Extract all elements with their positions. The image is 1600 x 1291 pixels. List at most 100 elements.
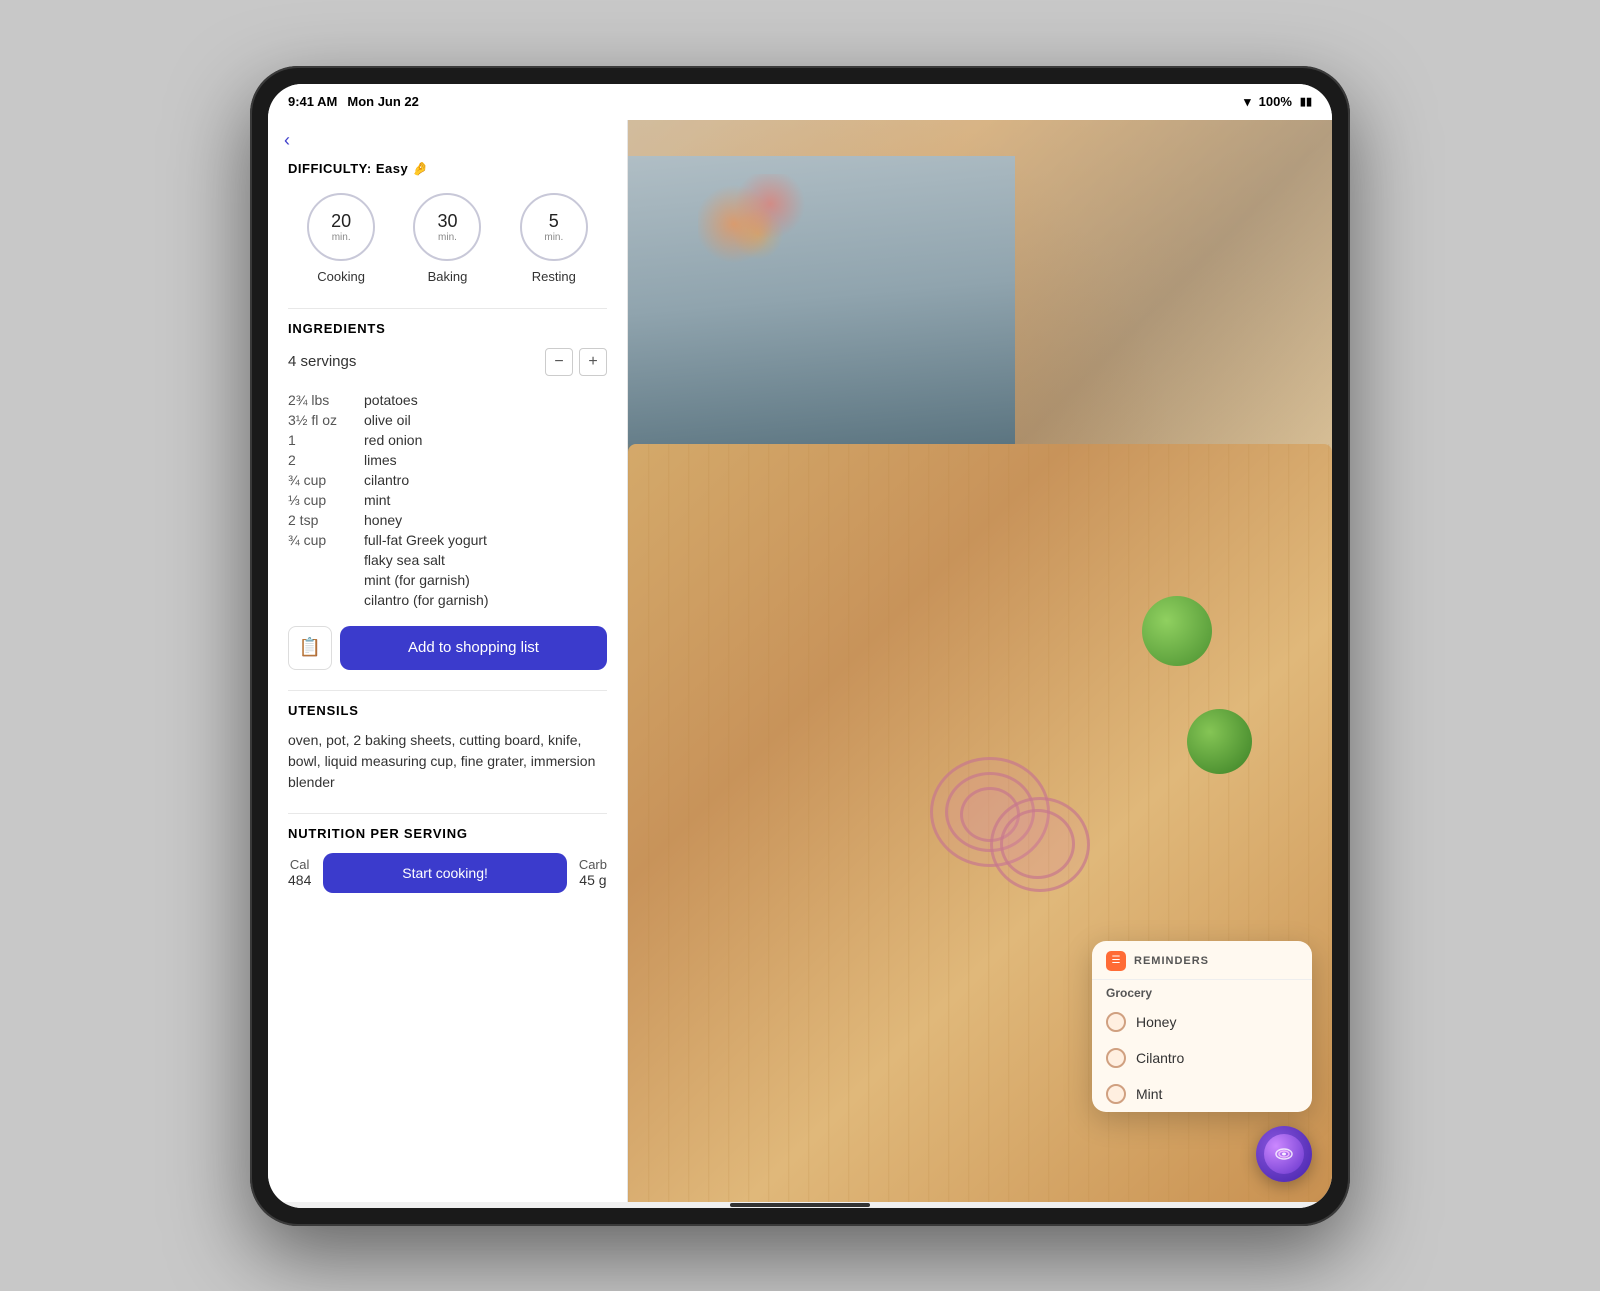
shopping-list-row: 📋 Add to shopping list <box>288 626 607 670</box>
baking-minutes: 30 <box>437 211 457 232</box>
servings-row: 4 servings − + <box>288 348 607 376</box>
ingredient-amount: ¾ cup <box>288 532 348 548</box>
ingredient-name: cilantro (for garnish) <box>364 592 489 608</box>
home-indicator-bar <box>730 1203 870 1207</box>
difficulty-label: DIFFICULTY: <box>288 161 372 176</box>
battery-icon: ▮▮ <box>1300 95 1312 108</box>
wifi-icon: ▾ <box>1244 94 1251 110</box>
resting-label: Resting <box>532 269 576 284</box>
ingredient-amount: 1 <box>288 432 348 448</box>
ingredient-name: potatoes <box>364 392 418 408</box>
ingredient-name: cilantro <box>364 472 409 488</box>
ingredient-row: flaky sea salt <box>288 550 607 570</box>
shopping-list-icon: 📋 <box>299 637 321 658</box>
ingredients-header: INGREDIENTS <box>288 321 607 336</box>
ingredient-name: flaky sea salt <box>364 552 445 568</box>
ingredient-amount <box>288 552 348 568</box>
cooking-time-circle: 20 min. <box>307 193 375 261</box>
ingredient-amount <box>288 572 348 588</box>
utensils-header: UTENSILS <box>288 703 607 718</box>
ingredient-amount <box>288 592 348 608</box>
ipad-screen: 9:41 AM Mon Jun 22 ▾ 100% ▮▮ ‹ DIFFICULT… <box>268 84 1332 1208</box>
ingredient-name: mint <box>364 492 390 508</box>
reminders-group: Grocery <box>1092 980 1312 1004</box>
onion-slices <box>910 747 1110 927</box>
lime-1 <box>1142 596 1212 666</box>
ingredient-amount: 3½ fl oz <box>288 412 348 428</box>
start-cooking-button[interactable]: Start cooking! <box>323 853 566 893</box>
ipad-frame: 9:41 AM Mon Jun 22 ▾ 100% ▮▮ ‹ DIFFICULT… <box>250 66 1350 1226</box>
status-bar-right: ▾ 100% ▮▮ <box>1244 94 1312 110</box>
ingredient-row: cilantro (for garnish) <box>288 590 607 610</box>
stepper-plus-button[interactable]: + <box>579 348 607 376</box>
ingredient-name: red onion <box>364 432 422 448</box>
add-shopping-list-button[interactable]: Add to shopping list <box>340 626 607 670</box>
ingredient-amount: 2 <box>288 452 348 468</box>
ingredient-row: 1 red onion <box>288 430 607 450</box>
carb-value: 45 g <box>579 872 607 888</box>
ingredient-row: 3½ fl oz olive oil <box>288 410 607 430</box>
battery-percentage: 100% <box>1259 94 1292 109</box>
ingredient-row: ¾ cup full-fat Greek yogurt <box>288 530 607 550</box>
home-indicator <box>268 1202 1332 1208</box>
difficulty-row: DIFFICULTY: Easy 🤌 <box>288 161 607 177</box>
flowers-decoration <box>698 174 818 274</box>
ingredient-name: honey <box>364 512 402 528</box>
ingredient-row: ⅓ cup mint <box>288 490 607 510</box>
nutrition-header: NUTRITION PER SERVING <box>288 826 607 841</box>
status-time: 9:41 AM <box>288 94 337 109</box>
reminder-text-honey: Honey <box>1136 1014 1176 1030</box>
ingredient-row: 2 limes <box>288 450 607 470</box>
ingredient-name: limes <box>364 452 397 468</box>
ingredient-name: mint (for garnish) <box>364 572 470 588</box>
siri-button[interactable] <box>1256 1126 1312 1182</box>
reminder-text-cilantro: Cilantro <box>1136 1050 1184 1066</box>
status-bar-left: 9:41 AM Mon Jun 22 <box>288 94 419 109</box>
reminder-circle-icon <box>1106 1048 1126 1068</box>
reminder-item-cilantro: Cilantro <box>1092 1040 1312 1076</box>
status-bar: 9:41 AM Mon Jun 22 ▾ 100% ▮▮ <box>268 84 1332 120</box>
cooking-minutes: 20 <box>331 211 351 232</box>
onion-slice-5 <box>1000 809 1075 879</box>
back-button[interactable]: ‹ <box>268 120 627 161</box>
resting-min-label: min. <box>544 232 563 243</box>
main-content: ‹ DIFFICULTY: Easy 🤌 20 min. <box>268 120 1332 1202</box>
difficulty-value: Easy 🤌 <box>376 161 429 176</box>
status-date: Mon Jun 22 <box>347 94 419 109</box>
left-panel: ‹ DIFFICULTY: Easy 🤌 20 min. <box>268 120 628 1202</box>
nutrition-grid: Cal 484 Start cooking! Carb 45 g <box>288 853 607 893</box>
resting-time-item: 5 min. Resting <box>520 193 588 284</box>
ingredient-name: full-fat Greek yogurt <box>364 532 487 548</box>
reminders-title: REMINDERS <box>1134 955 1209 967</box>
shopping-icon-button[interactable]: 📋 <box>288 626 332 670</box>
resting-time-circle: 5 min. <box>520 193 588 261</box>
cooking-time-item: 20 min. Cooking <box>307 193 375 284</box>
reminders-header: ☰ REMINDERS <box>1092 941 1312 980</box>
carb-label: Carb <box>579 857 607 872</box>
utensils-text: oven, pot, 2 baking sheets, cutting boar… <box>288 730 607 793</box>
servings-stepper: − + <box>545 348 607 376</box>
reminder-text-mint: Mint <box>1136 1086 1162 1102</box>
reminder-circle-icon <box>1106 1084 1126 1104</box>
resting-minutes: 5 <box>549 211 559 232</box>
ingredient-amount: 2 tsp <box>288 512 348 528</box>
stepper-minus-button[interactable]: − <box>545 348 573 376</box>
baking-label: Baking <box>428 269 468 284</box>
ingredient-row: ¾ cup cilantro <box>288 470 607 490</box>
baking-time-circle: 30 min. <box>413 193 481 261</box>
cooking-label: Cooking <box>317 269 365 284</box>
ingredient-amount: 2¾ lbs <box>288 392 348 408</box>
reminder-item-honey: Honey <box>1092 1004 1312 1040</box>
back-arrow-icon: ‹ <box>284 130 290 150</box>
lime-2 <box>1187 709 1252 774</box>
ingredient-row: mint (for garnish) <box>288 570 607 590</box>
ingredient-name: olive oil <box>364 412 411 428</box>
divider-1 <box>288 308 607 309</box>
right-panel: STEP 3/4 <box>628 120 1332 1202</box>
baking-time-item: 30 min. Baking <box>413 193 481 284</box>
cooking-min-label: min. <box>332 232 351 243</box>
time-circles: 20 min. Cooking 30 min. Baking <box>288 193 607 284</box>
siri-wave-icon <box>1273 1143 1295 1165</box>
ingredient-row: 2¾ lbs potatoes <box>288 390 607 410</box>
reminders-popup: ☰ REMINDERS Grocery Honey Cilantro Mi <box>1092 941 1312 1112</box>
